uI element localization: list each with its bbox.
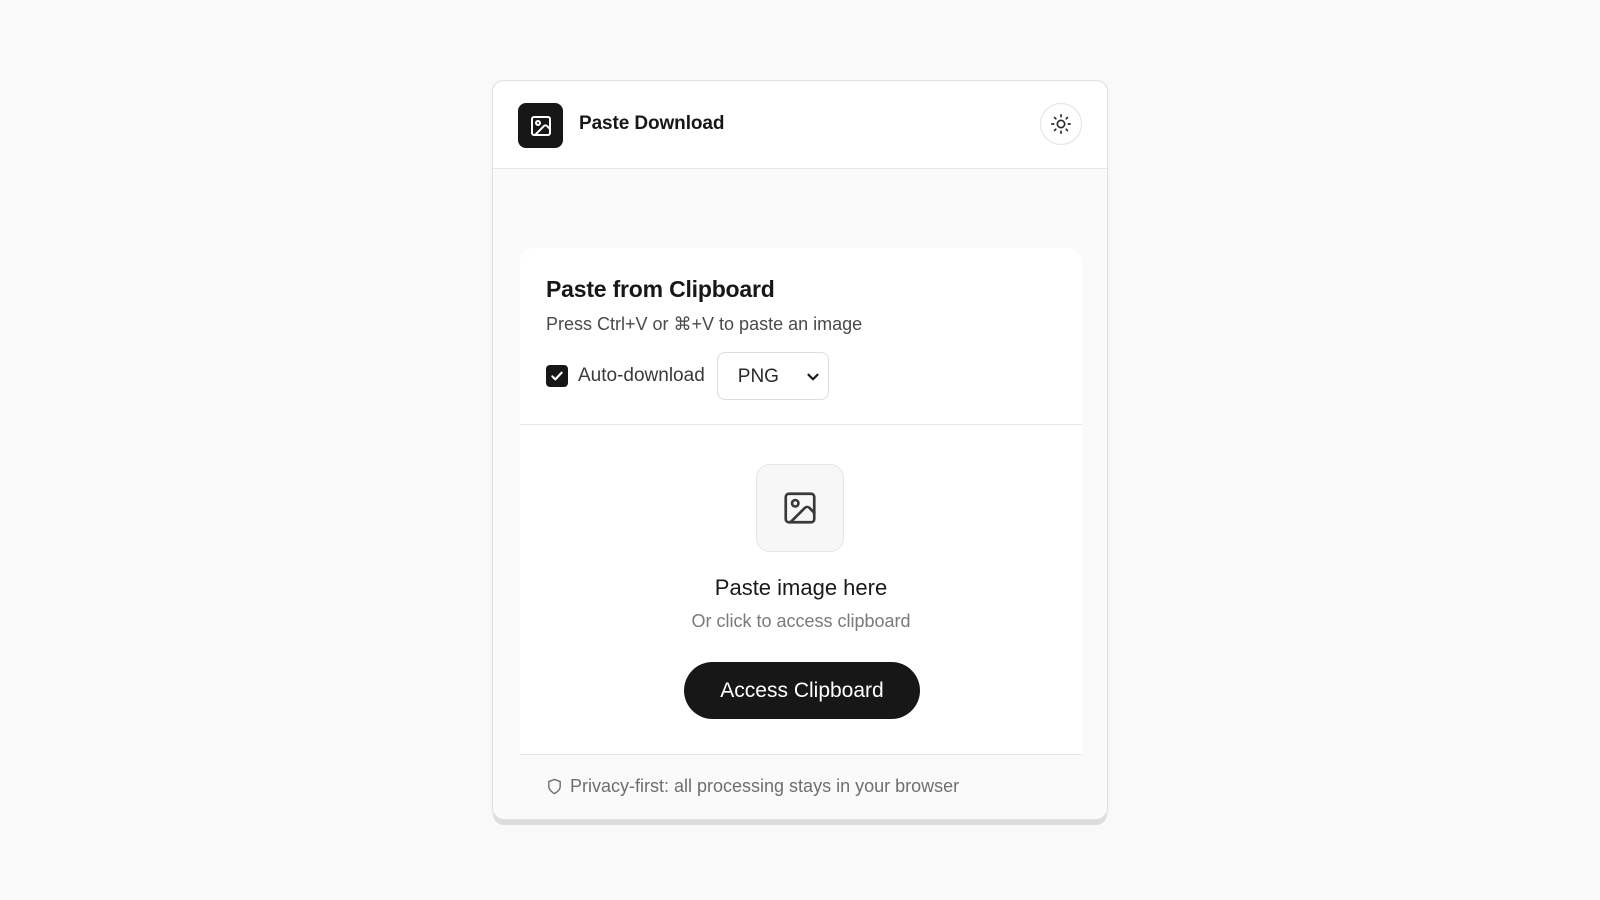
- app-title: Paste Download: [579, 113, 725, 134]
- paste-card: Paste from Clipboard Press Ctrl+V or ⌘+V…: [520, 248, 1082, 819]
- paste-card-header: Paste from Clipboard Press Ctrl+V or ⌘+V…: [520, 248, 1082, 425]
- theme-toggle-button[interactable]: [1040, 103, 1082, 145]
- drop-zone-title: Paste image here: [714, 575, 888, 600]
- format-select[interactable]: PNG: [716, 352, 829, 400]
- drop-zone-subtitle: Or click to access clipboard: [691, 611, 911, 631]
- auto-download-label[interactable]: Auto-download: [578, 365, 705, 387]
- image-icon: [530, 115, 551, 136]
- format-select-value: PNG: [737, 366, 779, 387]
- app-logo: [518, 103, 563, 148]
- image-icon: [784, 492, 816, 524]
- check-icon: [551, 371, 563, 381]
- card-title: Paste from Clipboard: [546, 276, 775, 302]
- auto-download-checkbox[interactable]: [546, 365, 568, 387]
- paste-drop-zone[interactable]: Paste image here Or click to access clip…: [520, 425, 1082, 754]
- drop-zone-icon-box: [756, 464, 844, 552]
- auto-download-row: Auto-download PNG: [546, 352, 829, 400]
- sun-icon: [1051, 114, 1071, 134]
- shield-icon: [548, 778, 561, 795]
- app-window: Paste Download Paste from Clipboard Pres…: [492, 80, 1108, 820]
- privacy-text: Privacy-first: all processing stays in y…: [570, 776, 960, 796]
- access-clipboard-button[interactable]: Access Clipboard: [684, 662, 920, 719]
- privacy-note: Privacy-first: all processing stays in y…: [546, 776, 959, 797]
- app-header: Paste Download: [493, 81, 1107, 169]
- chevron-down-icon: [807, 373, 819, 381]
- privacy-footer: Privacy-first: all processing stays in y…: [520, 754, 1082, 819]
- card-subtitle: Press Ctrl+V or ⌘+V to paste an image: [546, 314, 863, 334]
